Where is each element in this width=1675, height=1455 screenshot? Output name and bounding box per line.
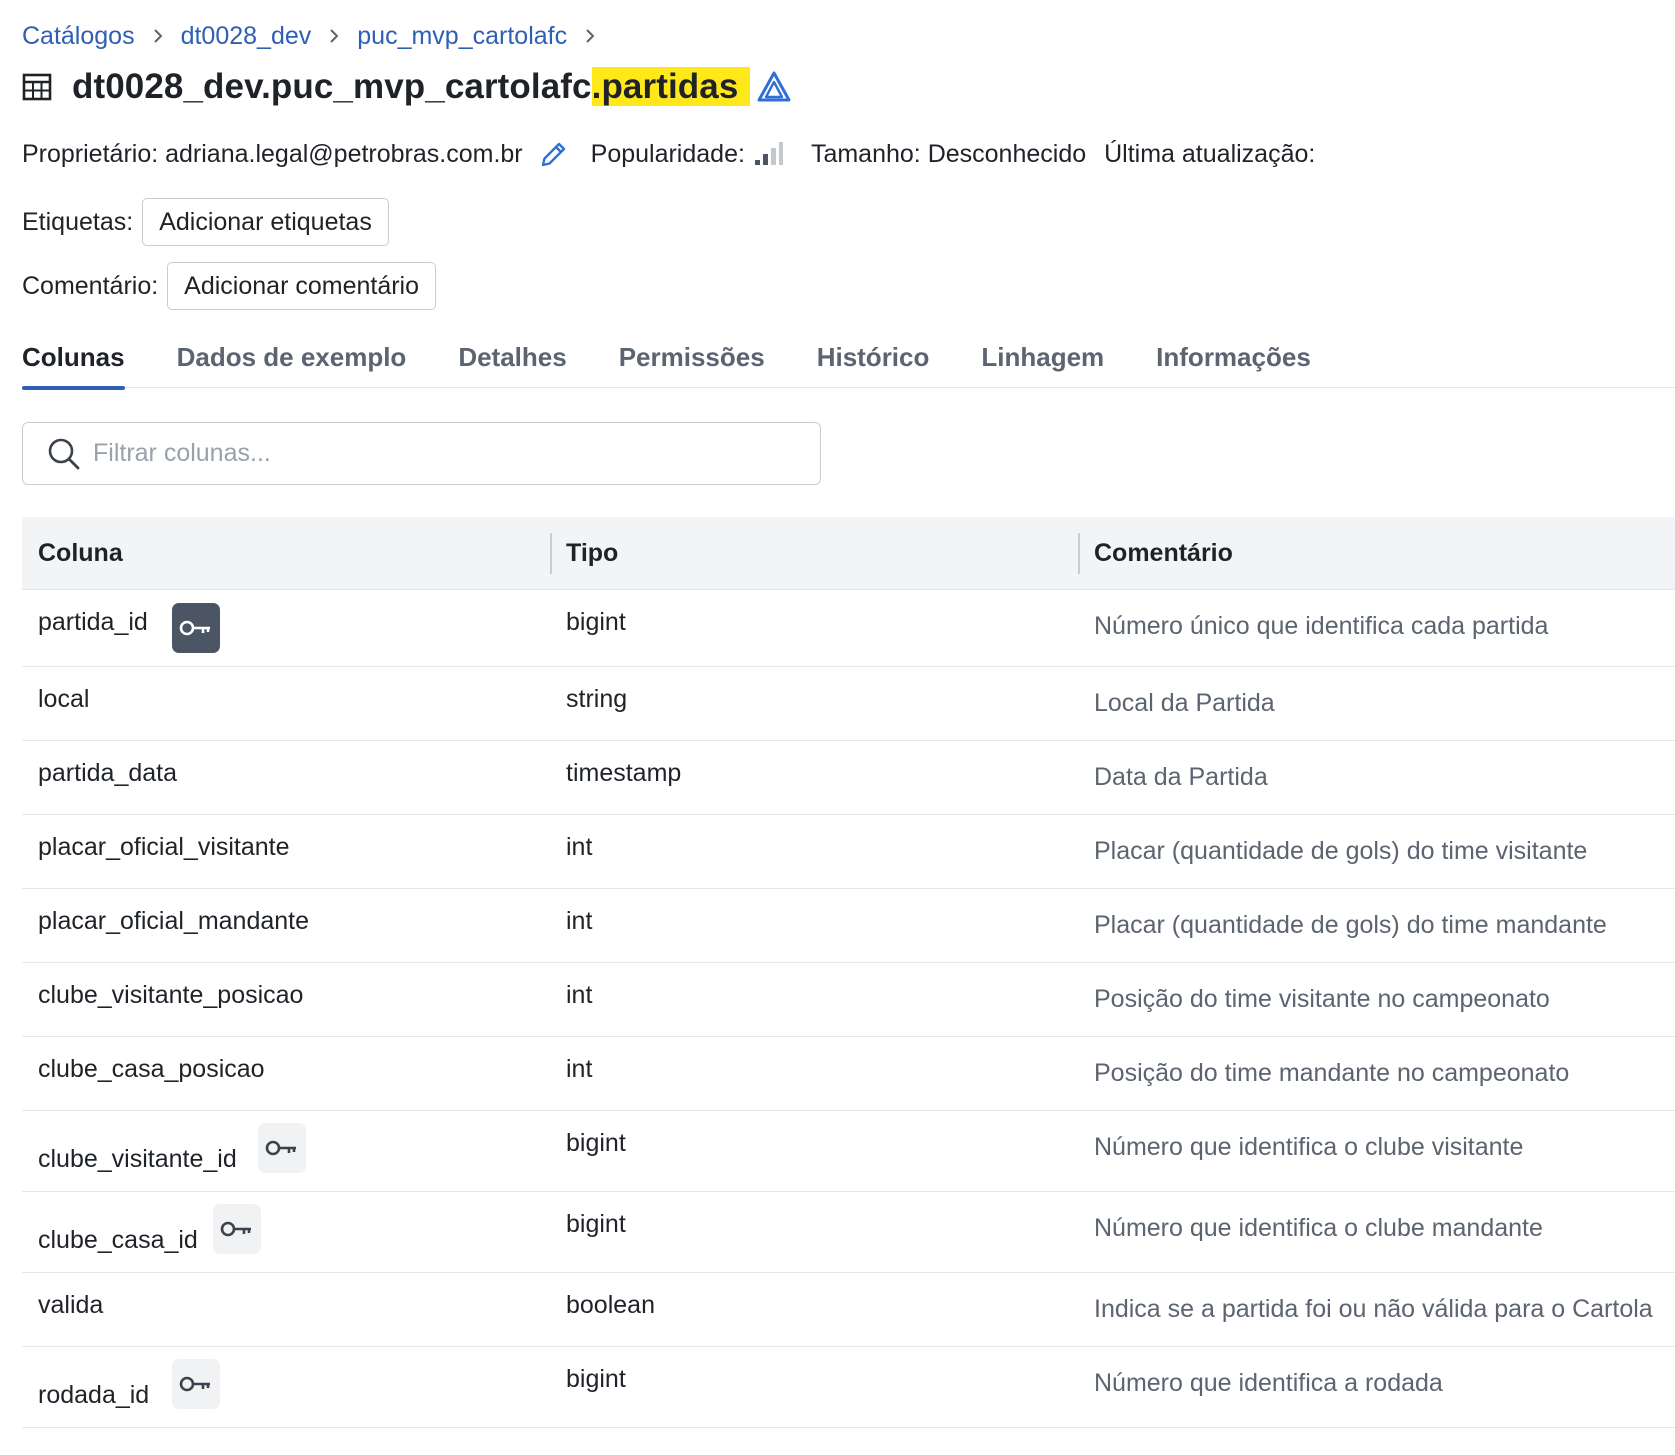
delta-icon[interactable] <box>756 70 792 104</box>
breadcrumb-item-schema[interactable]: puc_mvp_cartolafc <box>357 22 567 51</box>
column-comment[interactable]: Placar (quantidade de gols) do time mand… <box>1094 911 1607 940</box>
tab-columns[interactable]: Colunas <box>22 330 125 390</box>
table-row[interactable]: partida_id bigint Número único que ident… <box>22 590 1675 667</box>
column-comment[interactable]: Placar (quantidade de gols) do time visi… <box>1094 837 1587 866</box>
header-column[interactable]: Coluna <box>22 517 550 590</box>
chevron-right-icon <box>583 27 597 45</box>
column-type: bigint <box>566 1210 626 1238</box>
comment-label: Comentário: <box>22 271 159 300</box>
column-comment[interactable]: Indica se a partida foi ou não válida pa… <box>1094 1295 1653 1324</box>
chevron-right-icon <box>327 27 341 45</box>
column-type: bigint <box>566 1365 626 1393</box>
pencil-icon[interactable] <box>539 139 569 169</box>
popularity-label: Popularidade: <box>590 139 745 168</box>
column-comment[interactable]: Número que identifica o clube visitante <box>1094 1133 1523 1162</box>
tab-insights[interactable]: Informações <box>1156 330 1311 388</box>
tab-details[interactable]: Detalhes <box>458 330 566 388</box>
table-row[interactable]: clube_visitante_id bigint Número que ide… <box>22 1111 1675 1192</box>
column-type: bigint <box>566 1129 626 1157</box>
table-row[interactable]: clube_visitante_posicao int Posição do t… <box>22 963 1675 1037</box>
table-row[interactable]: valida boolean Indica se a partida foi o… <box>22 1273 1675 1347</box>
column-name: placar_oficial_visitante <box>38 833 290 861</box>
columns-table: Coluna Tipo Comentário partida_id bigint… <box>22 517 1675 1428</box>
last-updated-label: Última atualização: <box>1104 139 1316 168</box>
column-name: clube_visitante_posicao <box>38 981 304 1009</box>
column-name: valida <box>38 1291 104 1319</box>
tab-bar: Colunas Dados de exemplo Detalhes Permis… <box>22 330 1675 390</box>
tab-lineage[interactable]: Linhagem <box>981 330 1104 388</box>
comment-row: Comentário: Adicionar comentário <box>22 262 437 310</box>
owner-value: adriana.legal@petrobras.com.br <box>165 139 523 168</box>
column-filter <box>22 422 821 485</box>
title-prefix: dt0028_dev.puc_mvp_cartolafc <box>72 67 592 106</box>
table-row[interactable]: local string Local da Partida <box>22 667 1675 741</box>
table-row[interactable]: rodada_id bigint Número que identifica a… <box>22 1347 1675 1428</box>
column-name: clube_casa_id <box>38 1226 198 1254</box>
column-comment[interactable]: Posição do time visitante no campeonato <box>1094 985 1550 1014</box>
column-type: timestamp <box>566 759 682 787</box>
column-name: local <box>38 685 90 713</box>
table-row[interactable]: placar_oficial_mandante int Placar (quan… <box>22 889 1675 963</box>
column-comment[interactable]: Local da Partida <box>1094 689 1275 718</box>
tags-row: Etiquetas: Adicionar etiquetas <box>22 198 389 246</box>
table-metadata: Proprietário: adriana.legal@petrobras.co… <box>22 134 1315 174</box>
breadcrumb: Catálogos dt0028_dev puc_mvp_cartolafc <box>22 18 613 54</box>
column-comment[interactable]: Número que identifica o clube mandante <box>1094 1214 1543 1243</box>
column-name: clube_casa_posicao <box>38 1055 265 1083</box>
column-type: int <box>566 907 593 935</box>
page-title: dt0028_dev.puc_mvp_cartolafc.partidas <box>72 67 751 107</box>
size-label: Tamanho: <box>810 139 921 168</box>
column-comment[interactable]: Número que identifica a rodada <box>1094 1369 1443 1398</box>
breadcrumb-item-catalogs[interactable]: Catálogos <box>22 22 135 51</box>
size-value: Desconhecido <box>927 139 1087 168</box>
column-type: int <box>566 833 593 861</box>
column-name: partida_id <box>38 608 148 636</box>
column-comment[interactable]: Data da Partida <box>1094 763 1268 792</box>
tab-permissions[interactable]: Permissões <box>619 330 765 388</box>
header-comment[interactable]: Comentário <box>1078 517 1675 590</box>
column-name: placar_oficial_mandante <box>38 907 310 935</box>
column-type: bigint <box>566 608 626 636</box>
filter-columns-input[interactable] <box>93 439 773 468</box>
signal-bars-icon <box>753 141 783 167</box>
chevron-right-icon <box>151 27 165 45</box>
column-name: rodada_id <box>38 1381 150 1409</box>
column-comment[interactable]: Número único que identifica cada partida <box>1094 612 1548 641</box>
add-tags-button[interactable]: Adicionar etiquetas <box>142 198 389 246</box>
tab-sample-data[interactable]: Dados de exemplo <box>177 330 407 388</box>
table-row[interactable]: clube_casa_id bigint Número que identifi… <box>22 1192 1675 1273</box>
column-type: boolean <box>566 1291 655 1319</box>
key-icon[interactable] <box>172 603 220 653</box>
title-highlight: .partidas <box>591 67 751 106</box>
tab-history[interactable]: Histórico <box>817 330 930 388</box>
breadcrumb-item-catalog[interactable]: dt0028_dev <box>181 22 312 51</box>
column-name: clube_visitante_id <box>38 1145 237 1173</box>
table-header: Coluna Tipo Comentário <box>22 517 1675 590</box>
header-type[interactable]: Tipo <box>550 517 1078 590</box>
page-title-row: dt0028_dev.puc_mvp_cartolafc.partidas <box>22 62 792 112</box>
tags-label: Etiquetas: <box>22 207 134 236</box>
search-icon <box>47 437 81 471</box>
column-name: partida_data <box>38 759 178 787</box>
table-icon <box>22 72 52 102</box>
key-icon[interactable] <box>213 1204 261 1254</box>
column-type: int <box>566 981 593 1009</box>
column-type: int <box>566 1055 593 1083</box>
key-icon[interactable] <box>172 1359 220 1409</box>
key-icon[interactable] <box>258 1123 306 1173</box>
column-comment[interactable]: Posição do time mandante no campeonato <box>1094 1059 1569 1088</box>
table-row[interactable]: clube_casa_posicao int Posição do time m… <box>22 1037 1675 1111</box>
add-comment-button[interactable]: Adicionar comentário <box>167 262 437 310</box>
table-row[interactable]: partida_data timestamp Data da Partida <box>22 741 1675 815</box>
owner-label: Proprietário: <box>22 139 159 168</box>
table-row[interactable]: placar_oficial_visitante int Placar (qua… <box>22 815 1675 889</box>
column-type: string <box>566 685 628 713</box>
